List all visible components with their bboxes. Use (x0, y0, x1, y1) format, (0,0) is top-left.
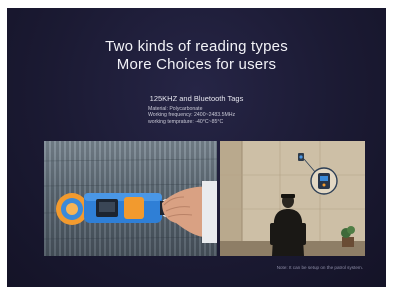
slide-panel: Two kinds of reading types More Choices … (7, 8, 386, 287)
spec-frequency: Working frequency: 2400~2483.5MHz (148, 112, 236, 119)
reader-in-hand-illustration (44, 158, 217, 243)
spec-list: Material: Polycarbonate Working frequenc… (148, 106, 235, 125)
wall-tag (298, 153, 304, 161)
caption-note: Note: It can be setup on the patrol syst… (276, 265, 363, 270)
patrol-guard-illustration (220, 141, 365, 256)
subheading: 125KHZ and Bluetooth Tags (149, 94, 244, 103)
reader-in-hand-photo (44, 141, 217, 256)
patrol-guard-photo (220, 141, 365, 256)
rfid-tag (56, 193, 88, 225)
hand-illustration (162, 181, 217, 243)
spec-temperature: working temprature: -40°C~85°C (148, 118, 224, 125)
headline-line-2: More Choices for users (116, 56, 277, 73)
headline-line-1: Two kinds of reading types (105, 38, 288, 55)
